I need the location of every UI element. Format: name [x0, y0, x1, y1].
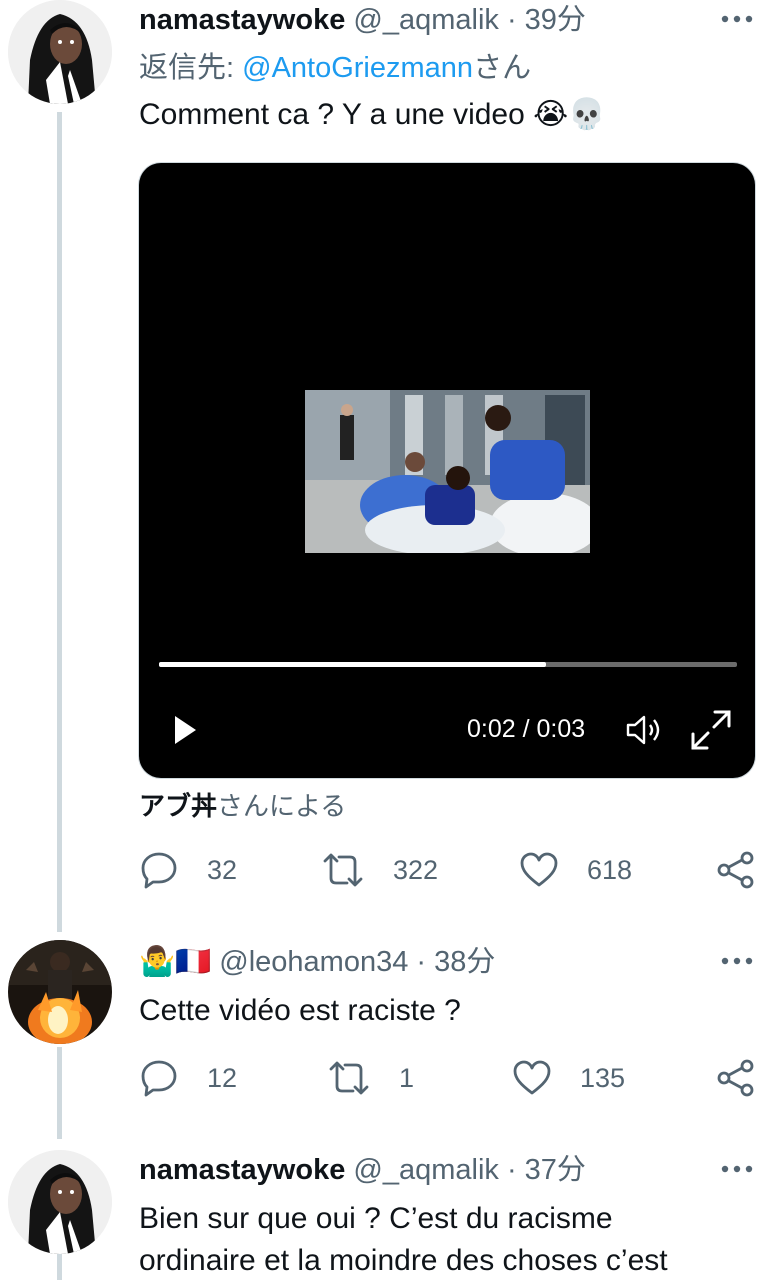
tweet-text: Cette vidéo est raciste ?	[139, 994, 461, 1027]
retweet-button[interactable]: 1	[327, 1058, 414, 1098]
like-count: 135	[580, 1062, 626, 1093]
thread-line	[57, 1047, 62, 1139]
volume-icon[interactable]	[625, 713, 663, 752]
avatar[interactable]	[8, 1150, 112, 1254]
attribution-name: アブ丼	[139, 791, 218, 821]
avatar-image	[8, 0, 112, 104]
thread-line	[57, 1254, 62, 1280]
retweet-icon	[323, 853, 363, 887]
reply-suffix: さん	[473, 52, 532, 84]
video-current-time: 0:02	[467, 715, 516, 743]
share-icon	[717, 1059, 754, 1097]
more-dots-icon[interactable]	[721, 1154, 753, 1190]
heart-icon	[520, 852, 558, 887]
user-handle[interactable]: @leohamon34	[219, 946, 408, 978]
tweet-text: Bien sur que oui ? C’est du racisme ordi…	[139, 1198, 668, 1282]
video-duration: 0:03	[536, 715, 586, 743]
tweet-time: · 39分	[506, 4, 586, 36]
more-dots-icon[interactable]	[721, 946, 753, 982]
display-name[interactable]: namastaywoke	[139, 1154, 345, 1186]
reply-count: 12	[207, 1062, 238, 1093]
heart-icon	[513, 1060, 551, 1095]
retweet-count: 322	[393, 854, 439, 885]
reply-icon	[141, 852, 177, 889]
tweet-header: 🤷‍♂️🇫🇷 @leohamon34 · 38分	[139, 944, 495, 980]
user-handle[interactable]: @_aqmalik	[353, 4, 499, 36]
retweet-button[interactable]: 322	[321, 850, 438, 890]
media-attribution[interactable]: アブ丼さんによる	[139, 786, 346, 826]
mention-link[interactable]: @AntoGriezmann	[242, 52, 473, 84]
avatar[interactable]	[8, 940, 112, 1044]
tweet-header: namastaywoke @_aqmalik · 37分	[139, 1152, 586, 1188]
reply-button[interactable]: 32	[139, 850, 237, 890]
share-icon	[717, 851, 754, 889]
video-frame	[305, 390, 590, 553]
video-progress-fill	[159, 662, 547, 667]
tweet-text-line: Bien sur que oui ? C’est du racisme	[139, 1202, 613, 1235]
tweet-time: · 37分	[506, 1154, 586, 1186]
reply-count: 32	[207, 854, 238, 885]
video-player[interactable]: 0:02 / 0:03	[139, 163, 755, 778]
tweet-text: Comment ca ? Y a une video 😭💀	[139, 98, 606, 131]
like-count: 618	[587, 854, 633, 885]
reply-icon	[141, 1060, 177, 1097]
attribution-suffix: さんによる	[217, 791, 347, 821]
tweet-text-line: ordinaire et la moindre des choses c’est	[139, 1244, 668, 1277]
video-time: 0:02 / 0:03	[467, 715, 585, 744]
tweet-time: · 38分	[416, 946, 496, 978]
fullscreen-icon[interactable]	[689, 708, 733, 757]
avatar[interactable]	[8, 0, 112, 104]
like-button[interactable]: 135	[512, 1058, 625, 1098]
display-name-emoji[interactable]: 🤷‍♂️🇫🇷	[139, 946, 211, 978]
share-button[interactable]	[716, 1058, 756, 1098]
play-icon[interactable]	[173, 715, 197, 750]
reply-to-line: 返信先: @AntoGriezmannさん	[139, 48, 531, 88]
thread-line	[57, 112, 62, 932]
avatar-image	[8, 1150, 112, 1254]
user-handle[interactable]: @_aqmalik	[353, 1154, 499, 1186]
share-button[interactable]	[716, 850, 756, 890]
reply-label: 返信先:	[139, 52, 243, 84]
like-button[interactable]: 618	[519, 850, 632, 890]
video-progress-bar[interactable]	[159, 662, 737, 667]
tweet-header: namastaywoke @_aqmalik · 39分	[139, 2, 586, 38]
retweet-count: 1	[399, 1062, 415, 1093]
reply-button[interactable]: 12	[139, 1058, 237, 1098]
retweet-icon	[329, 1061, 369, 1095]
avatar-image	[8, 940, 112, 1044]
video-time-separator: /	[515, 715, 537, 743]
more-dots-icon[interactable]	[721, 4, 753, 40]
display-name[interactable]: namastaywoke	[139, 4, 345, 36]
